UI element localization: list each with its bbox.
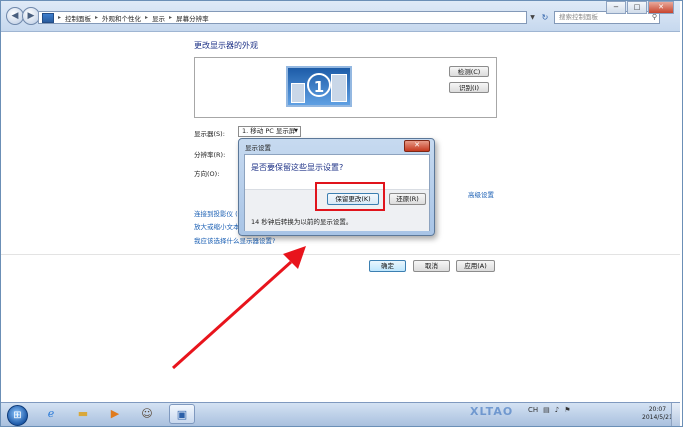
annotation-arrow [171, 246, 306, 370]
clock-time: 20:07 [648, 406, 667, 413]
arrow-shaft [171, 260, 293, 370]
show-desktop-button[interactable] [671, 403, 680, 426]
taskbar: ⊞ ℯ ▬ ▶ ☺ ▣ CH ▤ ♪ ⚑ 20:07 2014/5/21 [1, 402, 680, 426]
watermark-logo: XLTAO [470, 405, 514, 418]
media-player-icon[interactable]: ▶ [102, 404, 128, 424]
volume-icon[interactable]: ♪ [555, 406, 559, 414]
system-tray: CH ▤ ♪ ⚑ [528, 406, 571, 414]
avatar-icon[interactable]: ☺ [134, 404, 160, 424]
folder-icon[interactable]: ▬ [70, 404, 96, 424]
start-orb-icon[interactable]: ⊞ [7, 405, 28, 426]
network-icon[interactable]: ▤ [543, 406, 550, 414]
ie-icon[interactable]: ℯ [38, 404, 64, 424]
language-indicator[interactable]: CH [528, 406, 538, 414]
display-settings-icon[interactable]: ▣ [169, 404, 195, 424]
clock[interactable]: 20:07 2014/5/21 [642, 406, 673, 422]
clock-date: 2014/5/21 [642, 414, 673, 421]
flag-icon[interactable]: ⚑ [564, 406, 570, 414]
